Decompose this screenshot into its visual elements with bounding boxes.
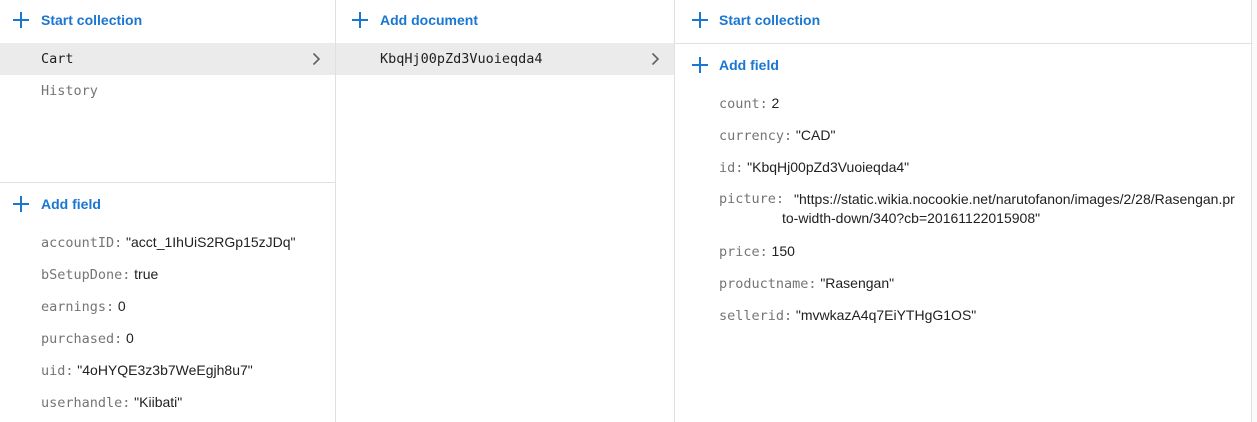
- collection-item-cart[interactable]: Cart: [0, 43, 335, 75]
- field-row[interactable]: purchased: 0: [41, 328, 134, 349]
- plus-icon: [692, 12, 708, 28]
- field-value: 2: [771, 95, 780, 111]
- plus-icon: [13, 12, 29, 28]
- field-key: sellerid:: [719, 308, 793, 324]
- collections-panel: Start collection Cart History Add field …: [0, 0, 336, 422]
- field-row[interactable]: sellerid: "mvwkazA4q7EiYTHgG1OS": [719, 305, 976, 326]
- field-value-line1: "https://static.wikia.nocookie.net/narut…: [794, 191, 1235, 207]
- plus-icon: [692, 57, 708, 73]
- start-collection-label: Start collection: [41, 12, 143, 28]
- field-key: count:: [719, 96, 768, 112]
- add-field-button[interactable]: Add field: [675, 45, 1251, 85]
- add-field-label: Add field: [41, 196, 101, 212]
- add-document-label: Add document: [380, 12, 478, 28]
- field-row[interactable]: userhandle: "Kiibati": [41, 392, 182, 413]
- section-divider: [0, 182, 335, 183]
- field-row[interactable]: currency: "CAD": [719, 125, 835, 146]
- field-row[interactable]: id: "KbqHj00pZd3Vuoieqda4": [719, 157, 909, 178]
- document-label: KbqHj00pZd3Vuoieqda4: [380, 51, 543, 67]
- add-document-button[interactable]: Add document: [336, 0, 674, 40]
- field-row[interactable]: price: 150: [719, 241, 795, 262]
- collection-label: History: [41, 83, 98, 99]
- field-row[interactable]: uid: "4oHYQE3z3b7WeEgjh8u7": [41, 360, 253, 381]
- field-key: productname:: [719, 276, 817, 292]
- field-value: "CAD": [795, 127, 836, 143]
- field-key: picture:: [719, 191, 785, 207]
- document-item[interactable]: KbqHj00pZd3Vuoieqda4: [336, 43, 674, 75]
- add-field-label: Add field: [719, 57, 779, 73]
- field-key: earnings:: [41, 299, 115, 315]
- field-key: currency:: [719, 128, 793, 144]
- start-collection-label: Start collection: [719, 12, 821, 28]
- field-key: accountID:: [41, 235, 123, 251]
- field-key: uid:: [41, 363, 74, 379]
- field-key: bSetupDone:: [41, 267, 131, 283]
- field-value: "Rasengan": [820, 275, 895, 291]
- chevron-right-icon: [651, 52, 660, 66]
- field-value: 150: [771, 243, 795, 259]
- plus-icon: [352, 12, 368, 28]
- field-key: purchased:: [41, 331, 123, 347]
- document-fields-panel: Start collection Add field count: 2 curr…: [675, 0, 1252, 422]
- field-value: true: [134, 266, 159, 282]
- plus-icon: [13, 196, 29, 212]
- collection-label: Cart: [41, 51, 74, 67]
- documents-panel: Add document KbqHj00pZd3Vuoieqda4: [336, 0, 675, 422]
- field-value: "Kiibati": [134, 394, 183, 410]
- field-value: "4oHYQE3z3b7WeEgjh8u7": [77, 362, 253, 378]
- field-key-wrap: picture:: [719, 189, 784, 209]
- field-key: userhandle:: [41, 395, 131, 411]
- field-value-line2: to-width-down/340?cb=20161122015908": [782, 210, 1041, 226]
- field-value: "mvwkazA4q7EiYTHgG1OS": [795, 307, 977, 323]
- field-value: 0: [117, 298, 126, 314]
- field-key: id:: [719, 160, 744, 176]
- chevron-right-icon: [312, 52, 321, 66]
- field-value: "acct_1IhUiS2RGp15zJDq": [126, 234, 296, 250]
- field-row[interactable]: bSetupDone: true: [41, 264, 158, 285]
- collection-item-history[interactable]: History: [0, 75, 335, 107]
- field-key: price:: [719, 244, 768, 260]
- field-value: "KbqHj00pZd3Vuoieqda4": [747, 159, 910, 175]
- field-value: 0: [126, 330, 134, 346]
- field-row[interactable]: accountID: "acct_1IhUiS2RGp15zJDq": [41, 232, 296, 253]
- field-row[interactable]: earnings: 0: [41, 296, 126, 317]
- add-field-button[interactable]: Add field: [0, 184, 335, 224]
- section-divider: [675, 43, 1251, 44]
- vertical-scrollbar[interactable]: [1252, 0, 1257, 422]
- start-collection-button[interactable]: Start collection: [0, 0, 335, 40]
- field-row[interactable]: productname: "Rasengan": [719, 273, 894, 294]
- start-collection-button[interactable]: Start collection: [675, 0, 1251, 40]
- field-row[interactable]: count: 2: [719, 93, 779, 114]
